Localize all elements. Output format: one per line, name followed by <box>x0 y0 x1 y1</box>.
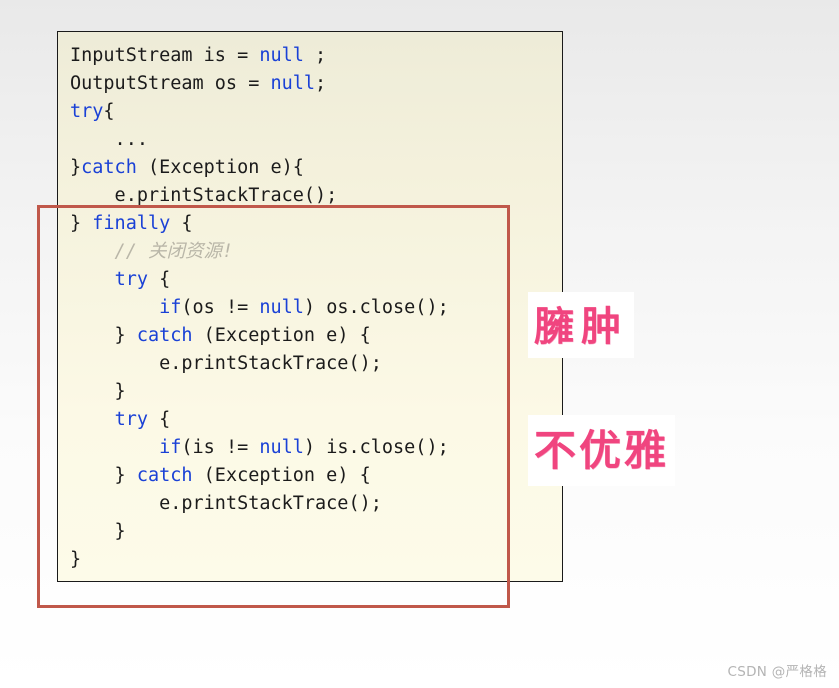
code-text: ; <box>303 45 327 66</box>
code-line: e.printStackTrace(); <box>70 490 562 518</box>
code-text: (Exception e){ <box>136 157 304 178</box>
code-keyword: if <box>159 297 182 318</box>
code-keyword: catch <box>136 325 193 346</box>
code-text: e.printStackTrace(); <box>70 185 338 206</box>
code-text: } <box>70 521 126 542</box>
code-text: e.printStackTrace(); <box>70 353 382 374</box>
code-line: e.printStackTrace(); <box>70 182 562 210</box>
code-text: e.printStackTrace(); <box>70 493 382 514</box>
code-text: { <box>103 101 115 122</box>
code-text: { <box>147 269 171 290</box>
code-line: ... <box>70 126 562 154</box>
code-line: // 关闭资源! <box>70 238 562 266</box>
code-keyword: try <box>114 269 148 290</box>
code-line: } catch (Exception e) { <box>70 462 562 490</box>
code-comment: // 关闭资源! <box>70 241 234 262</box>
code-line: } <box>70 518 562 546</box>
code-text: ) is.close(); <box>303 437 449 458</box>
code-text: OutputStream os = <box>70 73 271 94</box>
code-keyword: null <box>259 45 304 66</box>
code-line: } <box>70 546 562 574</box>
code-line: InputStream is = null ; <box>70 42 562 70</box>
code-text: } <box>70 325 137 346</box>
code-keyword: null <box>270 73 316 94</box>
code-text: } <box>70 465 137 486</box>
code-keyword: catch <box>81 157 137 178</box>
code-text: } <box>70 213 93 234</box>
code-keyword: if <box>159 437 182 458</box>
code-text: (Exception e) { <box>192 325 371 346</box>
code-block: InputStream is = null ; OutputStream os =… <box>57 31 563 582</box>
code-text: ; <box>315 73 327 94</box>
code-line: e.printStackTrace(); <box>70 350 562 378</box>
code-text: } <box>70 157 82 178</box>
code-line: try{ <box>70 98 562 126</box>
code-line: } catch (Exception e) { <box>70 322 562 350</box>
annotation-note-bloated: 臃肿 <box>528 292 634 358</box>
annotation-note-not-elegant: 不优雅 <box>528 415 676 486</box>
code-lines: InputStream is = null ; OutputStream os =… <box>70 42 562 574</box>
code-text: InputStream is = <box>70 45 260 66</box>
code-line: } finally { <box>70 210 562 238</box>
code-keyword: try <box>114 409 148 430</box>
code-keyword: finally <box>92 213 171 234</box>
code-text: } <box>70 381 126 402</box>
code-line: }catch (Exception e){ <box>70 154 562 182</box>
code-text: ) os.close(); <box>303 297 449 318</box>
code-line: try { <box>70 266 562 294</box>
code-text: { <box>170 213 193 234</box>
code-line: if(is != null) is.close(); <box>70 434 562 462</box>
code-keyword: null <box>259 297 304 318</box>
code-text: (is != <box>181 437 260 458</box>
code-line: try { <box>70 406 562 434</box>
code-line: if(os != null) os.close(); <box>70 294 562 322</box>
code-keyword: null <box>259 437 304 458</box>
code-text: (Exception e) { <box>192 465 371 486</box>
code-text: } <box>70 549 82 570</box>
code-line: } <box>70 378 562 406</box>
code-text: { <box>147 409 171 430</box>
code-text: (os != <box>181 297 260 318</box>
code-keyword: try <box>70 101 104 122</box>
csdn-watermark: CSDN @严格格 <box>727 664 827 680</box>
screenshot-stage: InputStream is = null ; OutputStream os =… <box>0 0 839 688</box>
code-text: ... <box>70 129 148 150</box>
code-line: OutputStream os = null; <box>70 70 562 98</box>
code-keyword: catch <box>136 465 193 486</box>
